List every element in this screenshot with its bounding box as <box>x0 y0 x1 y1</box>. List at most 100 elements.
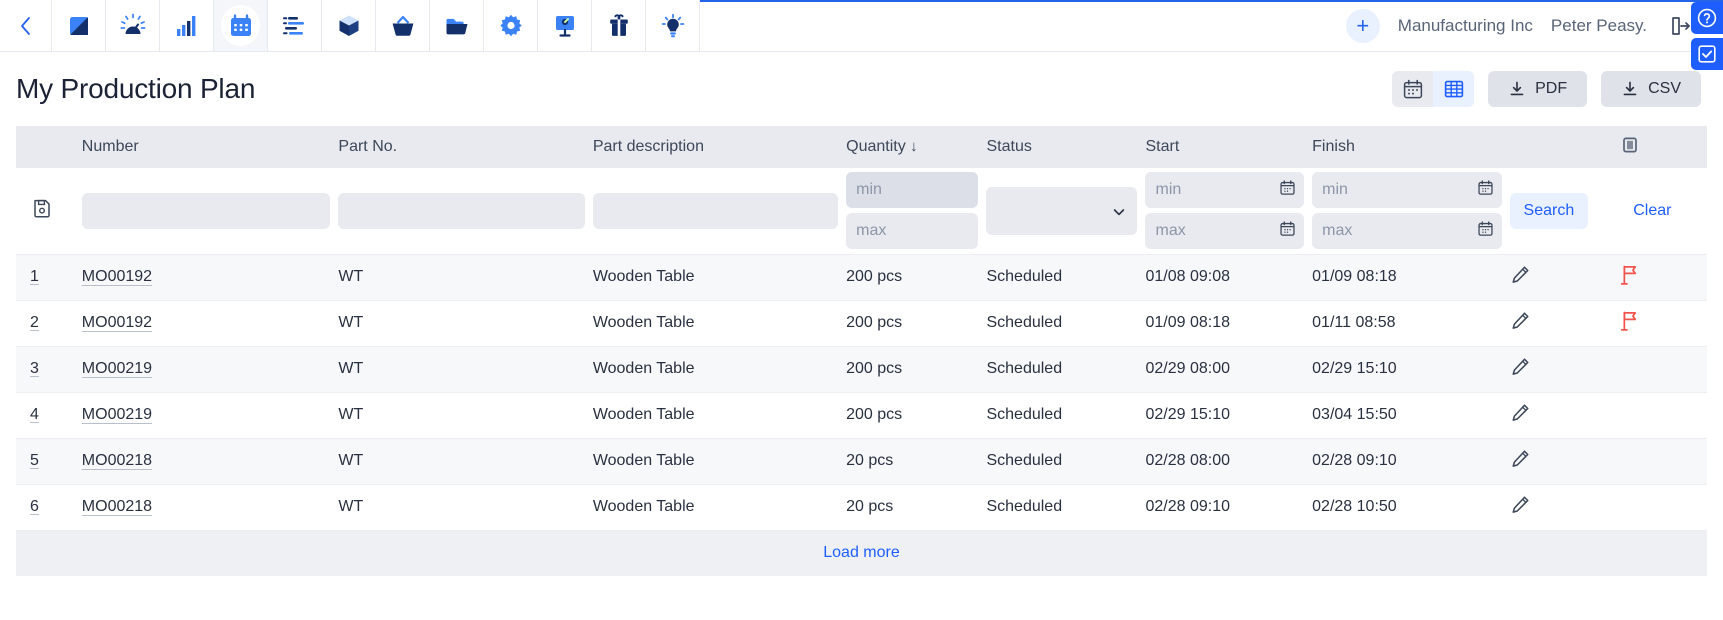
load-more-button[interactable]: Load more <box>823 544 900 561</box>
sidebar-item-purchases[interactable] <box>376 0 430 51</box>
order-number-link[interactable]: MO00218 <box>82 498 152 515</box>
basket-icon <box>392 15 413 36</box>
row-index-link[interactable]: 3 <box>30 360 39 377</box>
sidebar-item-shop-floor[interactable] <box>538 0 592 51</box>
row-index-link[interactable]: 2 <box>30 314 39 331</box>
cell-quantity: 200 pcs <box>846 299 987 346</box>
column-header-quantity-label: Quantity <box>846 138 906 155</box>
sidebar-item-inventory[interactable] <box>322 0 376 51</box>
back-button[interactable] <box>0 0 52 51</box>
filter-status-select[interactable] <box>986 186 1138 235</box>
cell-edit <box>1509 345 1620 392</box>
tasks-checkbox-button[interactable] <box>1691 38 1723 70</box>
sidebar-item-products[interactable] <box>592 0 646 51</box>
sidebar-item-documents[interactable] <box>430 0 484 51</box>
cube-icon <box>339 15 358 36</box>
cell-part-no: WT <box>338 391 593 438</box>
order-number-link[interactable]: MO00219 <box>82 406 152 423</box>
sidebar-item-ideas[interactable] <box>646 0 700 51</box>
cell-edit <box>1509 483 1620 530</box>
sidebar-item-settings[interactable] <box>484 0 538 51</box>
filter-finish-max-input[interactable] <box>1312 213 1502 250</box>
gauge-icon <box>120 13 145 34</box>
row-index-link[interactable]: 1 <box>30 268 39 285</box>
filter-start-max-input[interactable] <box>1145 213 1305 250</box>
edit-row-button[interactable] <box>1510 494 1531 515</box>
edit-row-button[interactable] <box>1510 356 1531 377</box>
column-header-number[interactable]: Number <box>82 126 339 168</box>
cell-status: Scheduled <box>986 391 1146 438</box>
table-row: 5 MO00218 WT Wooden Table 20 pcs Scheduled 02/… <box>16 437 1707 484</box>
user-name[interactable]: Peter Peasy. <box>1551 16 1647 36</box>
cell-number: MO00218 <box>81 437 339 484</box>
cell-start: 02/29 15:10 <box>1145 391 1313 438</box>
filter-cell-search: Search <box>1509 168 1620 254</box>
cell-part-no: WT <box>338 483 593 530</box>
row-index-link[interactable]: 6 <box>30 498 39 515</box>
cell-quantity: 20 pcs <box>846 483 987 530</box>
column-header-part-no[interactable]: Part No. <box>338 126 592 168</box>
sidebar-item-performance[interactable] <box>106 0 160 51</box>
filter-start-min-input[interactable] <box>1145 172 1305 209</box>
column-header-finish[interactable]: Finish <box>1312 126 1509 168</box>
order-number-link[interactable]: MO00192 <box>82 268 152 285</box>
floating-action-stack <box>1691 2 1723 70</box>
load-more-cell: Load more <box>16 529 1707 576</box>
filter-quantity-max-input[interactable] <box>846 213 979 250</box>
page-header-actions: PDF CSV <box>1392 71 1701 107</box>
sidebar-item-production-plan[interactable] <box>214 0 268 51</box>
order-number-link[interactable]: MO00218 <box>82 452 152 469</box>
cell-status: Scheduled <box>986 345 1146 392</box>
filter-finish-min-input[interactable] <box>1312 172 1502 209</box>
column-header-start[interactable]: Start <box>1145 126 1312 168</box>
flag-row-button[interactable] <box>1619 310 1640 332</box>
edit-row-button[interactable] <box>1510 448 1531 469</box>
filter-part-no-input[interactable] <box>338 192 585 229</box>
row-index-link[interactable]: 5 <box>30 452 39 469</box>
save-filter-cell <box>16 168 82 254</box>
table-row: 1 MO00192 WT Wooden Table 200 pcs Scheduled 01… <box>16 253 1707 300</box>
order-number-link[interactable]: MO00192 <box>82 314 152 331</box>
filter-part-description-input[interactable] <box>592 192 839 229</box>
save-filter-icon <box>34 200 50 218</box>
export-pdf-label: PDF <box>1535 80 1568 97</box>
calendar-view-button[interactable] <box>1392 71 1433 107</box>
add-button[interactable]: + <box>1345 8 1380 43</box>
cell-finish: 03/04 15:50 <box>1312 391 1510 438</box>
edit-row-button[interactable] <box>1510 402 1531 423</box>
edit-pencil-icon <box>1512 496 1529 513</box>
flag-row-button[interactable] <box>1619 264 1640 286</box>
organization-name[interactable]: Manufacturing Inc <box>1398 16 1533 36</box>
filter-quantity-min-input[interactable] <box>846 172 979 209</box>
column-header-quantity[interactable]: Quantity ↓ <box>846 126 986 168</box>
table-view-button[interactable] <box>1433 71 1475 107</box>
sidebar-item-tasks[interactable] <box>268 0 322 51</box>
export-csv-button[interactable]: CSV <box>1601 71 1701 107</box>
order-number-link[interactable]: MO00219 <box>82 360 152 377</box>
edit-pencil-icon <box>1512 450 1529 467</box>
search-button[interactable]: Search <box>1509 192 1589 229</box>
row-index-link[interactable]: 4 <box>30 406 39 423</box>
column-header-status[interactable]: Status <box>986 126 1145 168</box>
edit-row-button[interactable] <box>1510 310 1531 331</box>
clear-button[interactable]: Clear <box>1619 193 1685 229</box>
filter-cell-status <box>986 168 1145 254</box>
help-button[interactable] <box>1691 2 1723 34</box>
cell-number: MO00219 <box>81 391 339 438</box>
cell-part-no: WT <box>338 253 593 300</box>
filter-number-input[interactable] <box>81 192 331 229</box>
cell-quantity: 200 pcs <box>846 391 987 438</box>
column-settings-button[interactable] <box>1619 134 1641 156</box>
sidebar-item-dashboard[interactable] <box>52 0 106 51</box>
column-header-part-description[interactable]: Part description <box>593 126 846 168</box>
cell-flag <box>1619 345 1707 392</box>
edit-row-button[interactable] <box>1510 264 1531 285</box>
export-pdf-button[interactable]: PDF <box>1488 71 1588 107</box>
cell-edit <box>1509 437 1620 484</box>
save-filter-button[interactable] <box>30 196 54 220</box>
screen-icon <box>555 15 574 37</box>
cell-start: 01/09 08:18 <box>1145 299 1313 346</box>
filter-cell-quantity <box>846 168 986 254</box>
table-filter-body: Search Clear <box>16 168 1707 254</box>
sidebar-item-reports[interactable] <box>160 0 214 51</box>
